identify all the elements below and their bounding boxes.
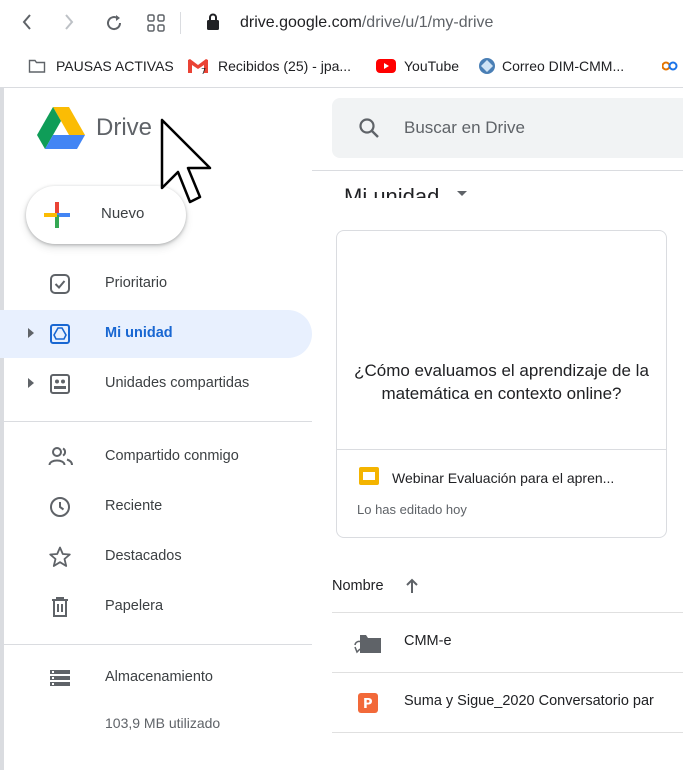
sidebar-item-reciente[interactable]: Reciente: [0, 483, 312, 531]
search-icon[interactable]: [358, 117, 380, 139]
main-title-wrap[interactable]: Mi unidad: [332, 172, 472, 198]
sidebar-item-destacados[interactable]: Destacados: [0, 533, 312, 581]
sidebar-item-label: Unidades compartidas: [105, 375, 250, 391]
sidebar-item-label: Destacados: [105, 548, 182, 564]
suggested-file-card[interactable]: ¿Cómo evaluamos el aprendizaje de la mat…: [336, 230, 667, 538]
card-footer: Webinar Evaluación para el apren... Lo h…: [337, 449, 666, 538]
back-icon[interactable]: [20, 12, 34, 32]
sidebar-item-label: Papelera: [105, 598, 164, 614]
forward-icon[interactable]: [62, 12, 76, 32]
sidebar-item-label: Almacenamiento: [105, 669, 213, 685]
bookmark-youtube[interactable]: YouTube: [404, 58, 459, 74]
search-placeholder: Buscar en Drive: [404, 118, 525, 137]
arrow-up-icon[interactable]: [404, 577, 420, 595]
chrome-divider: [0, 87, 683, 88]
sidebar-divider: [0, 644, 312, 645]
file-row-suma-y-sigue[interactable]: P Suma y Sigue_2020 Conversatorio par: [332, 672, 683, 733]
drive-logo-icon[interactable]: [36, 106, 86, 150]
header-divider: [312, 170, 683, 171]
new-button-label: Nuevo: [101, 205, 145, 222]
sidebar-item-compartido-conmigo[interactable]: Compartido conmigo: [0, 433, 312, 481]
sidebar-divider: [0, 421, 312, 422]
storage-used: 103,9 MB utilizado: [105, 715, 221, 731]
toolbar-divider: [180, 12, 181, 34]
overflow-bookmark-icon[interactable]: [662, 60, 678, 72]
reload-icon[interactable]: [104, 13, 124, 33]
row-divider: [332, 732, 683, 733]
file-name: CMM-e: [404, 633, 452, 649]
bookmark-correo[interactable]: Correo DIM-CMM...: [502, 58, 624, 74]
people-icon: [48, 445, 73, 469]
search-bar[interactable]: Buscar en Drive: [332, 98, 683, 158]
mouse-cursor-icon: [160, 118, 216, 210]
folder-icon: [28, 58, 46, 74]
storage-icon: [48, 666, 72, 690]
card-subtitle: Lo has editado hoy: [357, 502, 467, 517]
bookmark-pausas[interactable]: PAUSAS ACTIVAS: [56, 58, 174, 74]
lock-icon: [205, 12, 221, 32]
my-drive-icon: [48, 322, 72, 346]
trash-icon: [48, 595, 72, 619]
file-name: Suma y Sigue_2020 Conversatorio par: [404, 693, 654, 709]
page-title: Mi unidad: [344, 184, 440, 198]
address-bar[interactable]: drive.google.com/drive/u/1/my-drive: [240, 14, 493, 32]
youtube-icon: [376, 59, 396, 73]
svg-text:7: 7: [201, 67, 206, 75]
star-icon: [48, 545, 72, 569]
gmail-icon: 7: [186, 57, 210, 75]
expand-arrow-icon[interactable]: [28, 378, 34, 388]
sidebar-item-label: Reciente: [105, 498, 163, 514]
mail-globe-icon: [478, 57, 496, 75]
priority-check-icon: [48, 272, 72, 296]
sidebar-item-unidades-compartidas[interactable]: Unidades compartidas: [0, 360, 312, 408]
sort-by-name[interactable]: Nombre: [332, 578, 384, 594]
file-row-cmm-e[interactable]: CMM-e: [332, 612, 683, 673]
slides-icon: [359, 467, 379, 485]
expand-arrow-icon[interactable]: [28, 328, 34, 338]
sidebar-item-almacenamiento[interactable]: Almacenamiento: [0, 654, 312, 702]
svg-text:P: P: [363, 697, 373, 712]
url-path: /drive/u/1/my-drive: [361, 14, 494, 31]
title-overlay: [332, 198, 683, 228]
sidebar-item-prioritario[interactable]: Prioritario: [0, 260, 312, 308]
sidebar-item-label: Mi unidad: [105, 325, 173, 341]
card-preview-text: ¿Cómo evaluamos el aprendizaje de la mat…: [354, 361, 649, 403]
plus-icon: [44, 202, 70, 228]
sidebar-item-mi-unidad[interactable]: Mi unidad: [0, 310, 312, 358]
apps-grid-icon[interactable]: [147, 14, 165, 32]
chevron-down-icon: [456, 190, 468, 198]
shared-folder-icon: [352, 633, 382, 655]
sidebar-item-papelera[interactable]: Papelera: [0, 583, 312, 631]
clock-icon: [48, 495, 72, 519]
app-name: Drive: [96, 114, 153, 141]
sidebar-item-label: Prioritario: [105, 275, 168, 291]
url-host: drive.google.com: [240, 14, 362, 31]
sidebar-item-label: Compartido conmigo: [105, 448, 239, 464]
slides-p-icon: P: [358, 693, 378, 713]
bookmark-recibidos[interactable]: Recibidos (25) - jpa...: [218, 58, 351, 74]
shared-drives-icon: [48, 372, 72, 396]
card-file-name: Webinar Evaluación para el apren...: [392, 470, 615, 486]
